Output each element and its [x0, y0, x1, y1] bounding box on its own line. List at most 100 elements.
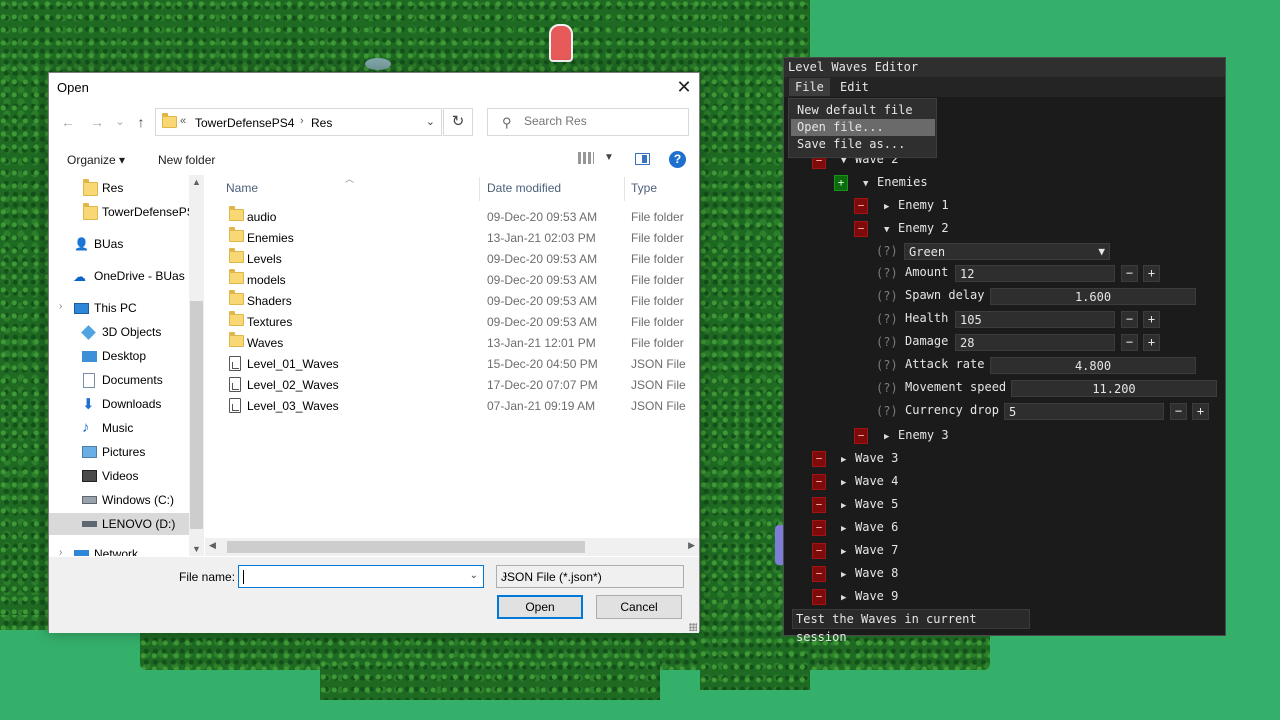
nav-item-onedrive[interactable]: ☁ OneDrive - BUas	[49, 265, 204, 287]
organize-menu[interactable]: Organize ▾	[67, 153, 125, 167]
breadcrumb-item[interactable]: Res	[311, 116, 332, 130]
add-enemy-button[interactable]: +	[834, 175, 848, 191]
file-name-combobox[interactable]: ⌄	[238, 565, 484, 588]
recent-locations-button[interactable]: ⌄	[109, 109, 131, 135]
open-button[interactable]: Open	[497, 595, 583, 619]
nav-item-pictures[interactable]: Pictures	[49, 441, 204, 463]
file-row[interactable]: models 09-Dec-20 09:53 AM File folder	[219, 269, 689, 290]
nav-item-videos[interactable]: Videos	[49, 465, 204, 487]
scroll-left-icon[interactable]: ◀	[209, 540, 216, 551]
help-marker[interactable]: (?)	[876, 289, 898, 303]
remove-wave-button[interactable]: −	[812, 543, 826, 559]
damage-input[interactable]: 28	[955, 334, 1115, 351]
file-row[interactable]: Level_03_Waves 07-Jan-21 09:19 AM JSON F…	[219, 395, 689, 416]
nav-item-buas[interactable]: 👤 BUas	[49, 233, 204, 255]
menu-item-save-file-as[interactable]: Save file as...	[791, 136, 935, 153]
tree-node-wave[interactable]: ▶ Wave 9	[841, 589, 898, 603]
remove-wave-button[interactable]: −	[812, 474, 826, 490]
editor-title-bar[interactable]: Level Waves Editor	[784, 58, 1225, 77]
remove-enemy-button[interactable]: −	[854, 198, 868, 214]
tree-node-enemy-1[interactable]: ▶ Enemy 1	[884, 198, 949, 212]
column-divider[interactable]	[479, 177, 480, 201]
nav-item-documents[interactable]: Documents	[49, 369, 204, 391]
remove-enemy-button[interactable]: −	[854, 221, 868, 237]
currency-drop-input[interactable]: 5	[1004, 403, 1164, 420]
health-input[interactable]: 105	[955, 311, 1115, 328]
tree-node-wave[interactable]: ▶ Wave 5	[841, 497, 898, 511]
resize-grip[interactable]	[689, 623, 697, 631]
refresh-button[interactable]: ↻	[443, 108, 473, 136]
scroll-down-icon[interactable]: ▼	[192, 544, 201, 554]
column-header-date[interactable]: Date modified	[487, 181, 561, 205]
new-folder-button[interactable]: New folder	[158, 153, 215, 167]
file-row[interactable]: Enemies 13-Jan-21 02:03 PM File folder	[219, 227, 689, 248]
help-marker[interactable]: (?)	[876, 404, 898, 418]
tree-node-wave[interactable]: ▶ Wave 4	[841, 474, 898, 488]
help-marker[interactable]: (?)	[876, 244, 898, 258]
chevron-down-icon[interactable]: ⌄	[426, 115, 435, 128]
close-icon[interactable]: ✕	[669, 73, 699, 103]
up-folder-button[interactable]: ↑	[130, 109, 152, 135]
file-name-input[interactable]	[243, 569, 463, 583]
remove-wave-button[interactable]: −	[812, 520, 826, 536]
remove-wave-button[interactable]: −	[812, 566, 826, 582]
scroll-right-icon[interactable]: ▶	[688, 540, 695, 551]
menu-file[interactable]: File	[789, 78, 830, 96]
amount-input[interactable]: 12	[955, 265, 1115, 282]
currency-drop-decrement[interactable]: −	[1170, 403, 1187, 420]
nav-item-desktop[interactable]: Desktop	[49, 345, 204, 367]
nav-item-this-pc[interactable]: › This PC	[49, 297, 204, 319]
file-row[interactable]: Waves 13-Jan-21 12:01 PM File folder	[219, 332, 689, 353]
chevron-down-icon[interactable]: ⌄	[501, 570, 678, 581]
view-options-icon[interactable]	[578, 152, 594, 164]
menu-edit[interactable]: Edit	[834, 78, 875, 96]
nav-item-towerdefense[interactable]: TowerDefensePS	[49, 201, 204, 223]
search-box[interactable]: ⚲	[487, 108, 689, 136]
tree-node-enemy-2[interactable]: ▼ Enemy 2	[884, 221, 949, 235]
remove-wave-button[interactable]: −	[812, 497, 826, 513]
help-marker[interactable]: (?)	[876, 381, 898, 395]
tree-node-wave[interactable]: ▶ Wave 6	[841, 520, 898, 534]
tree-node-wave[interactable]: ▶ Wave 3	[841, 451, 898, 465]
chevron-down-icon[interactable]: ⌄	[470, 570, 478, 581]
back-button[interactable]: ←	[57, 109, 79, 135]
menu-item-new-default-file[interactable]: New default file	[791, 102, 935, 119]
amount-increment[interactable]: +	[1143, 265, 1160, 282]
currency-drop-increment[interactable]: +	[1192, 403, 1209, 420]
nav-item-res[interactable]: Res	[49, 177, 204, 199]
nav-item-network[interactable]: › Network	[49, 543, 204, 556]
test-waves-button[interactable]: Test the Waves in current session	[792, 609, 1030, 644]
file-row[interactable]: Textures 09-Dec-20 09:53 AM File folder	[219, 311, 689, 332]
file-type-select[interactable]: JSON File (*.json*) ⌄	[496, 565, 684, 588]
help-marker[interactable]: (?)	[876, 335, 898, 349]
column-header-type[interactable]: Type	[631, 181, 657, 205]
tree-node-wave[interactable]: ▶ Wave 8	[841, 566, 898, 580]
file-row[interactable]: Levels 09-Dec-20 09:53 AM File folder	[219, 248, 689, 269]
remove-wave-button[interactable]: −	[812, 589, 826, 605]
file-row[interactable]: audio 09-Dec-20 09:53 AM File folder	[219, 206, 689, 227]
preview-pane-icon[interactable]	[635, 153, 650, 165]
scroll-up-icon[interactable]: ▲	[192, 177, 201, 187]
attack-rate-input[interactable]: 4.800	[990, 357, 1196, 374]
nav-item-3d-objects[interactable]: 3D Objects	[49, 321, 204, 343]
breadcrumb-overflow[interactable]: «	[180, 115, 186, 127]
health-decrement[interactable]: −	[1121, 311, 1138, 328]
breadcrumb-item[interactable]: TowerDefensePS4	[195, 116, 294, 130]
damage-increment[interactable]: +	[1143, 334, 1160, 351]
nav-item-downloads[interactable]: ⬇ Downloads	[49, 393, 204, 415]
amount-decrement[interactable]: −	[1121, 265, 1138, 282]
cancel-button[interactable]: Cancel	[596, 595, 682, 619]
movement-speed-input[interactable]: 11.200	[1011, 380, 1217, 397]
help-marker[interactable]: (?)	[876, 266, 898, 280]
help-icon[interactable]: ?	[669, 151, 686, 168]
breadcrumb-separator[interactable]: ›	[300, 115, 304, 127]
file-row[interactable]: Level_01_Waves 15-Dec-20 04:50 PM JSON F…	[219, 353, 689, 374]
menu-item-open-file[interactable]: Open file...	[791, 119, 935, 136]
enemy-type-combo[interactable]: Green ▼	[904, 243, 1110, 260]
damage-decrement[interactable]: −	[1121, 334, 1138, 351]
help-marker[interactable]: (?)	[876, 358, 898, 372]
forward-button[interactable]: →	[86, 109, 108, 135]
nav-item-lenovo-d[interactable]: LENOVO (D:)	[49, 513, 204, 535]
expand-icon[interactable]: ›	[59, 547, 62, 556]
file-row[interactable]: Level_02_Waves 17-Dec-20 07:07 PM JSON F…	[219, 374, 689, 395]
